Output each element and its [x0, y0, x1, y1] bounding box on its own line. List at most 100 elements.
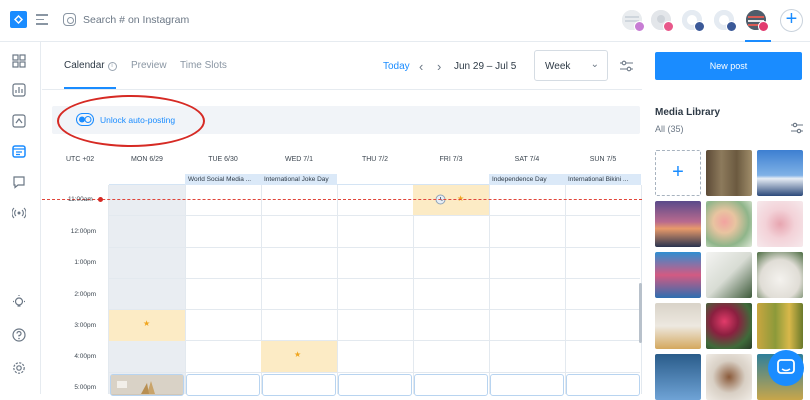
messages-icon[interactable] — [12, 175, 26, 189]
grid-line — [108, 215, 640, 216]
date-range: Jun 29 – Jul 5 — [454, 61, 517, 72]
day-header: SUN 7/5 — [589, 156, 617, 163]
post-slot-card[interactable] — [338, 374, 412, 396]
grid-line — [413, 185, 414, 394]
analytics-icon[interactable] — [12, 83, 26, 97]
instagram-icon — [63, 13, 76, 26]
media-thumbnail[interactable] — [706, 201, 752, 247]
view-select[interactable]: Week ⌄ — [534, 50, 608, 81]
grid-line — [108, 340, 640, 341]
media-thumbnail[interactable] — [655, 303, 701, 349]
profile-avatar[interactable] — [712, 8, 737, 32]
chat-icon — [777, 359, 795, 374]
media-thumbnail[interactable] — [706, 150, 752, 196]
star-icon: ★ — [294, 350, 302, 359]
calendar-nav-icon[interactable] — [12, 144, 26, 158]
post-slot-card[interactable] — [186, 374, 260, 396]
day-header: WED 7/1 — [284, 156, 313, 163]
hour-label: 2:00pm — [74, 291, 96, 298]
media-thumbnail[interactable] — [706, 252, 752, 298]
holiday-event[interactable]: International Joke Day — [261, 174, 337, 185]
current-time-line — [42, 199, 642, 200]
current-time-label: 11:00am — [68, 196, 93, 203]
next-week-chevron-icon[interactable]: › — [437, 59, 441, 74]
week-calendar: UTC +02 MON 6/29 TUE 6/30 WED 7/1 THU 7/… — [42, 148, 642, 396]
info-icon[interactable]: i — [107, 62, 117, 71]
post-slot-card[interactable] — [414, 374, 488, 396]
active-tab-indicator — [64, 87, 116, 89]
current-time-dot — [98, 197, 103, 202]
calendar-toolbar: Calendar i Preview Time Slots Today ‹ › J… — [42, 42, 642, 90]
media-thumbnail[interactable] — [757, 252, 803, 298]
time-slot[interactable]: ★ — [413, 185, 489, 215]
day-header: SAT 7/4 — [514, 156, 540, 163]
media-thumbnail[interactable] — [706, 354, 752, 400]
listening-icon[interactable] — [12, 206, 26, 220]
holiday-event[interactable]: Independence Day — [489, 174, 565, 185]
holiday-event[interactable]: International Bikini ... — [565, 174, 641, 185]
grid-line — [337, 185, 338, 394]
profile-avatar[interactable] — [620, 8, 645, 32]
grid-line — [108, 309, 640, 310]
menu-icon[interactable] — [36, 14, 48, 25]
day-header: FRI 7/3 — [439, 156, 463, 163]
media-thumbnail[interactable] — [655, 201, 701, 247]
profile-avatar-active[interactable] — [744, 8, 769, 32]
chevron-down-icon: ⌄ — [590, 59, 599, 70]
hour-label: 4:00pm — [74, 353, 96, 360]
time-slot[interactable]: ★ — [261, 341, 337, 372]
instagram-badge-icon — [758, 21, 769, 32]
day-header: TUE 6/30 — [208, 156, 238, 163]
tab-calendar-label: Calendar — [64, 60, 105, 71]
hour-label: 3:00pm — [74, 322, 96, 329]
today-button[interactable]: Today — [383, 61, 410, 72]
post-slot-card[interactable] — [490, 374, 564, 396]
facebook-badge-icon — [726, 21, 737, 32]
grid-line — [489, 185, 490, 394]
time-grid: 12:00pm 1:00pm 2:00pm 3:00pm 4:00pm 5:00… — [42, 185, 642, 396]
upload-media-button[interactable]: + — [655, 150, 701, 196]
view-select-value: Week — [545, 61, 571, 72]
top-bar: Search # on Instagram + — [0, 0, 810, 42]
media-thumbnail[interactable] — [655, 354, 701, 400]
media-thumbnail[interactable] — [757, 303, 803, 349]
filter-settings-icon[interactable] — [620, 60, 633, 72]
profile-avatar[interactable] — [649, 8, 674, 32]
media-thumbnail[interactable] — [655, 252, 701, 298]
publish-icon[interactable] — [12, 114, 26, 128]
scheduled-post-card[interactable] — [110, 374, 184, 396]
media-count[interactable]: All (35) — [655, 124, 684, 134]
timezone-label: UTC +02 — [66, 156, 95, 163]
lightbulb-icon[interactable] — [12, 295, 26, 309]
media-filter-icon[interactable] — [791, 122, 803, 134]
past-day-column — [109, 185, 185, 394]
media-thumbnail[interactable] — [757, 201, 803, 247]
profile-avatar[interactable] — [680, 8, 705, 32]
app-logo-icon[interactable] — [10, 11, 27, 28]
time-slot[interactable]: ★ — [109, 310, 185, 341]
holiday-event[interactable]: World Social Media ... — [185, 174, 261, 185]
grid-line — [108, 372, 640, 373]
tab-preview[interactable]: Preview — [131, 60, 167, 71]
dashboard-icon[interactable] — [12, 54, 26, 68]
settings-gear-icon[interactable] — [12, 361, 26, 375]
media-thumbnail[interactable] — [706, 303, 752, 349]
tab-time-slots[interactable]: Time Slots — [180, 60, 227, 71]
support-chat-button[interactable] — [768, 350, 804, 386]
grid-line — [108, 247, 640, 248]
calendar-scrollbar[interactable] — [639, 283, 642, 343]
new-post-button[interactable]: New post — [655, 52, 802, 80]
search-input[interactable]: Search # on Instagram — [83, 14, 189, 26]
instagram-badge-icon — [634, 21, 645, 32]
grid-line — [565, 185, 566, 394]
post-slot-card[interactable] — [566, 374, 640, 396]
annotation-circle — [57, 95, 205, 147]
add-profile-button[interactable]: + — [780, 9, 803, 32]
help-icon[interactable] — [12, 328, 26, 342]
post-thumbnail-icon — [111, 375, 183, 394]
post-slot-card[interactable] — [262, 374, 336, 396]
media-thumbnail[interactable] — [757, 150, 803, 196]
tab-calendar[interactable]: Calendar i — [64, 60, 117, 71]
prev-week-chevron-icon[interactable]: ‹ — [419, 59, 423, 74]
grid-line — [108, 185, 109, 394]
